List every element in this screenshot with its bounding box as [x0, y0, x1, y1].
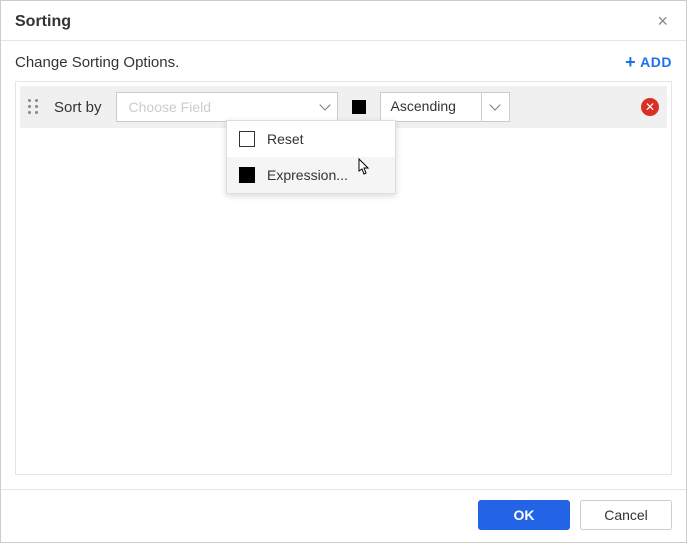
sort-panel: Sort by Choose Field Ascending ✕	[15, 81, 672, 475]
add-button-label: ADD	[640, 54, 672, 70]
plus-icon: +	[625, 53, 636, 71]
sortby-label: Sort by	[54, 99, 102, 116]
empty-square-icon	[239, 131, 255, 147]
order-select[interactable]: Ascending	[380, 92, 510, 122]
ok-button-label: OK	[514, 507, 535, 523]
color-swatch[interactable]	[352, 100, 366, 114]
dropdown-option-label: Reset	[267, 131, 304, 147]
field-select[interactable]: Choose Field	[116, 92, 338, 122]
drag-handle-icon[interactable]	[28, 99, 40, 115]
chevron-down-icon	[319, 99, 330, 110]
dropdown-option-expression[interactable]: Expression...	[227, 157, 395, 193]
subheader: Change Sorting Options. + ADD	[1, 41, 686, 81]
filled-square-icon	[239, 167, 255, 183]
cancel-button-label: Cancel	[604, 507, 648, 523]
content-area: Sort by Choose Field Ascending ✕	[1, 81, 686, 489]
remove-row-button[interactable]: ✕	[641, 98, 659, 116]
field-dropdown: Reset Expression...	[226, 120, 396, 194]
close-icon[interactable]: ×	[653, 11, 672, 32]
ok-button[interactable]: OK	[478, 500, 570, 530]
order-select-value: Ascending	[381, 93, 481, 121]
dialog-title: Sorting	[15, 13, 71, 31]
add-button[interactable]: + ADD	[625, 53, 672, 71]
dialog-description: Change Sorting Options.	[15, 54, 179, 71]
field-select-placeholder: Choose Field	[129, 99, 212, 115]
close-icon: ✕	[645, 100, 655, 114]
order-select-arrow	[481, 93, 509, 121]
dropdown-option-reset[interactable]: Reset	[227, 121, 395, 157]
titlebar: Sorting ×	[1, 1, 686, 41]
sorting-dialog: Sorting × Change Sorting Options. + ADD …	[0, 0, 687, 543]
chevron-down-icon	[489, 99, 500, 110]
cancel-button[interactable]: Cancel	[580, 500, 672, 530]
dropdown-option-label: Expression...	[267, 167, 348, 183]
dialog-footer: OK Cancel	[1, 489, 686, 542]
